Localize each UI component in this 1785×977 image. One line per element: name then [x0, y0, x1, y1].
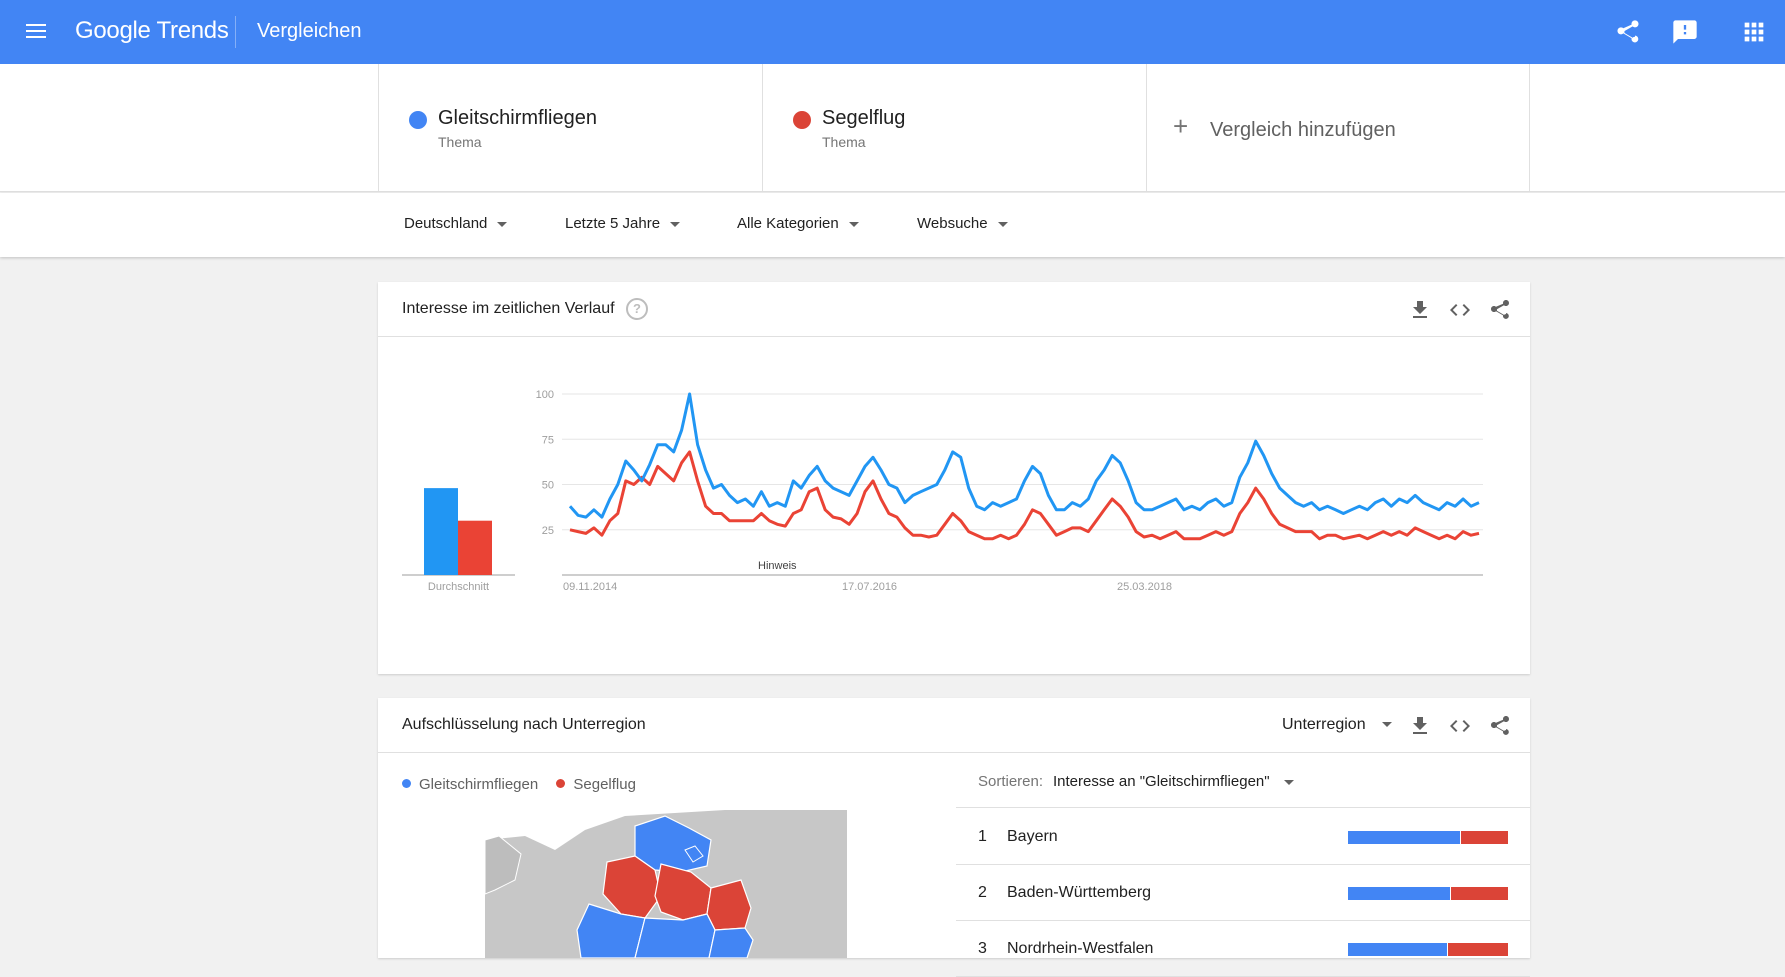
map-region-blue [634, 913, 716, 958]
top-app-bar: Google Trends Vergleichen [0, 0, 1785, 64]
legend-dot [556, 779, 566, 788]
sort-row: Sortieren: Interesse an "Gleitschirmflie… [956, 753, 1530, 808]
card-header: Aufschlüsselung nach Unterregion Unterre… [378, 698, 1530, 753]
average-label: Durchschnitt [428, 581, 489, 593]
embed-code-icon[interactable] [1448, 714, 1472, 738]
x-tick-label: 17.07.2016 [842, 581, 897, 593]
share-bar-segelflug [1461, 831, 1508, 844]
chevron-down-icon [497, 221, 508, 227]
germany-region-map[interactable] [485, 810, 847, 958]
search-type-filter[interactable]: Websuche [917, 215, 1008, 232]
map-region-blue [708, 927, 754, 958]
category-filter[interactable]: Alle Kategorien [737, 215, 859, 232]
term-name: Gleitschirmfliegen [438, 107, 597, 129]
card-title: Interesse im zeitlichen Verlauf [402, 300, 615, 317]
region-name: Bayern [1007, 828, 1058, 845]
region-filter-label: Deutschland [404, 215, 488, 232]
y-tick-label: 75 [542, 434, 554, 446]
legend-label: Segelflug [573, 776, 636, 793]
series-line [568, 392, 1480, 519]
sort-select-label: Interesse an "Gleitschirmfliegen" [1053, 773, 1270, 790]
chevron-down-icon [670, 221, 681, 227]
add-comparison-button[interactable]: + Vergleich hinzufügen [1146, 64, 1530, 192]
share-icon[interactable] [1614, 18, 1642, 46]
chevron-down-icon [997, 221, 1008, 227]
share-bar-gleitschirmfliegen [1348, 943, 1447, 956]
region-row[interactable]: 3 Nordrhein-Westfalen [956, 921, 1530, 977]
feedback-icon[interactable] [1671, 18, 1699, 46]
period-filter[interactable]: Letzte 5 Jahre [565, 215, 681, 232]
region-row[interactable]: 1 Bayern [956, 809, 1530, 865]
interest-over-time-card: Interesse im zeitlichen Verlauf ? 25 50 75… [378, 282, 1530, 674]
region-filter[interactable]: Deutschland [404, 215, 508, 232]
sort-select[interactable]: Interesse an "Gleitschirmfliegen" [1053, 773, 1294, 790]
legend-label: Gleitschirmfliegen [419, 776, 539, 793]
header-divider [235, 16, 236, 48]
share-icon[interactable] [1488, 298, 1512, 322]
subregion-select-label: Unterregion [1282, 716, 1366, 733]
subregion-select[interactable]: Unterregion [1282, 716, 1392, 734]
region-name: Nordrhein-Westfalen [1007, 940, 1154, 957]
page-title: Vergleichen [257, 20, 362, 42]
term-name: Segelflug [822, 107, 906, 129]
logo-word-google: Google [75, 17, 151, 44]
legend-dot [402, 779, 411, 788]
google-trends-logo[interactable]: Google Trends [75, 17, 229, 45]
region-name: Baden-Württemberg [1007, 884, 1152, 901]
card-title: Aufschlüsselung nach Unterregion [402, 716, 646, 733]
compare-terms-bar: Gleitschirmfliegen Thema Segelflug Thema… [0, 64, 1785, 192]
timeline-chart: 25 50 75 100 09.11.2014 17.07.2016 25.03.2018 H… [402, 389, 1483, 593]
y-tick-label: 100 [536, 389, 554, 401]
region-share-bar [1348, 831, 1508, 844]
term-segelflug[interactable]: Segelflug Thema [762, 64, 1146, 192]
note-label: Hinweis [758, 560, 797, 572]
chevron-down-icon [848, 221, 859, 227]
region-share-bar [1348, 943, 1508, 956]
menu-icon[interactable] [20, 20, 52, 44]
logo-word-trends: Trends [156, 17, 229, 44]
chevron-down-icon [1283, 779, 1294, 785]
download-icon[interactable] [1408, 714, 1432, 738]
help-icon[interactable]: ? [626, 298, 648, 320]
share-bar-gleitschirmfliegen [1348, 887, 1450, 900]
add-comparison-label: Vergleich hinzufügen [1210, 119, 1396, 141]
plus-icon: + [1173, 111, 1189, 141]
term-type: Thema [438, 134, 482, 150]
share-bar-gleitschirmfliegen [1348, 831, 1460, 844]
filter-bar: Deutschland Letzte 5 Jahre Alle Kategori… [0, 193, 1785, 257]
average-bar [424, 488, 458, 575]
term-color-dot [409, 111, 427, 129]
x-tick-label: 09.11.2014 [563, 581, 617, 593]
chevron-down-icon [1381, 722, 1392, 728]
embed-code-icon[interactable] [1448, 298, 1472, 322]
download-icon[interactable] [1408, 298, 1432, 322]
share-bar-segelflug [1451, 887, 1508, 900]
share-icon[interactable] [1488, 714, 1512, 738]
average-bar [458, 520, 492, 575]
category-filter-label: Alle Kategorien [737, 215, 839, 232]
series-line [569, 450, 1480, 541]
search-type-filter-label: Websuche [917, 215, 988, 232]
region-share-bar [1348, 887, 1508, 900]
region-rank: 3 [978, 940, 987, 957]
region-rank: 2 [978, 884, 987, 901]
x-tick-label: 25.03.2018 [1117, 581, 1172, 593]
term-color-dot [793, 111, 811, 129]
share-bar-segelflug [1448, 943, 1508, 956]
y-tick-label: 25 [542, 525, 554, 537]
breakdown-by-subregion-card: Aufschlüsselung nach Unterregion Unterre… [378, 698, 1530, 977]
region-rank: 1 [978, 828, 987, 845]
region-row[interactable]: 2 Baden-Württemberg [956, 865, 1530, 921]
sort-label: Sortieren: [978, 773, 1044, 790]
period-filter-label: Letzte 5 Jahre [565, 215, 661, 232]
y-tick-label: 50 [542, 480, 554, 492]
card-header: Interesse im zeitlichen Verlauf ? [378, 282, 1530, 337]
term-gleitschirmfliegen[interactable]: Gleitschirmfliegen Thema [378, 64, 762, 192]
term-type: Thema [822, 134, 866, 150]
map-legend: Gleitschirmfliegen Segelflug [402, 776, 636, 793]
apps-grid-icon[interactable] [1740, 18, 1768, 46]
